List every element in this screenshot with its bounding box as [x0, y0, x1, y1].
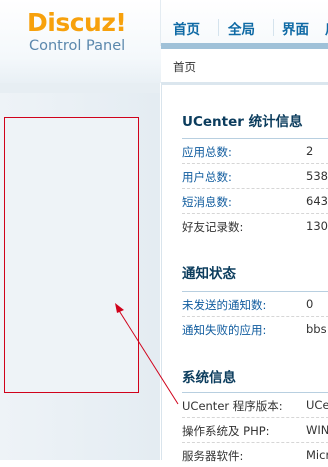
annotation-arrow — [115, 303, 179, 405]
arrow-shaft — [117, 308, 179, 405]
arrow-head — [115, 303, 124, 313]
